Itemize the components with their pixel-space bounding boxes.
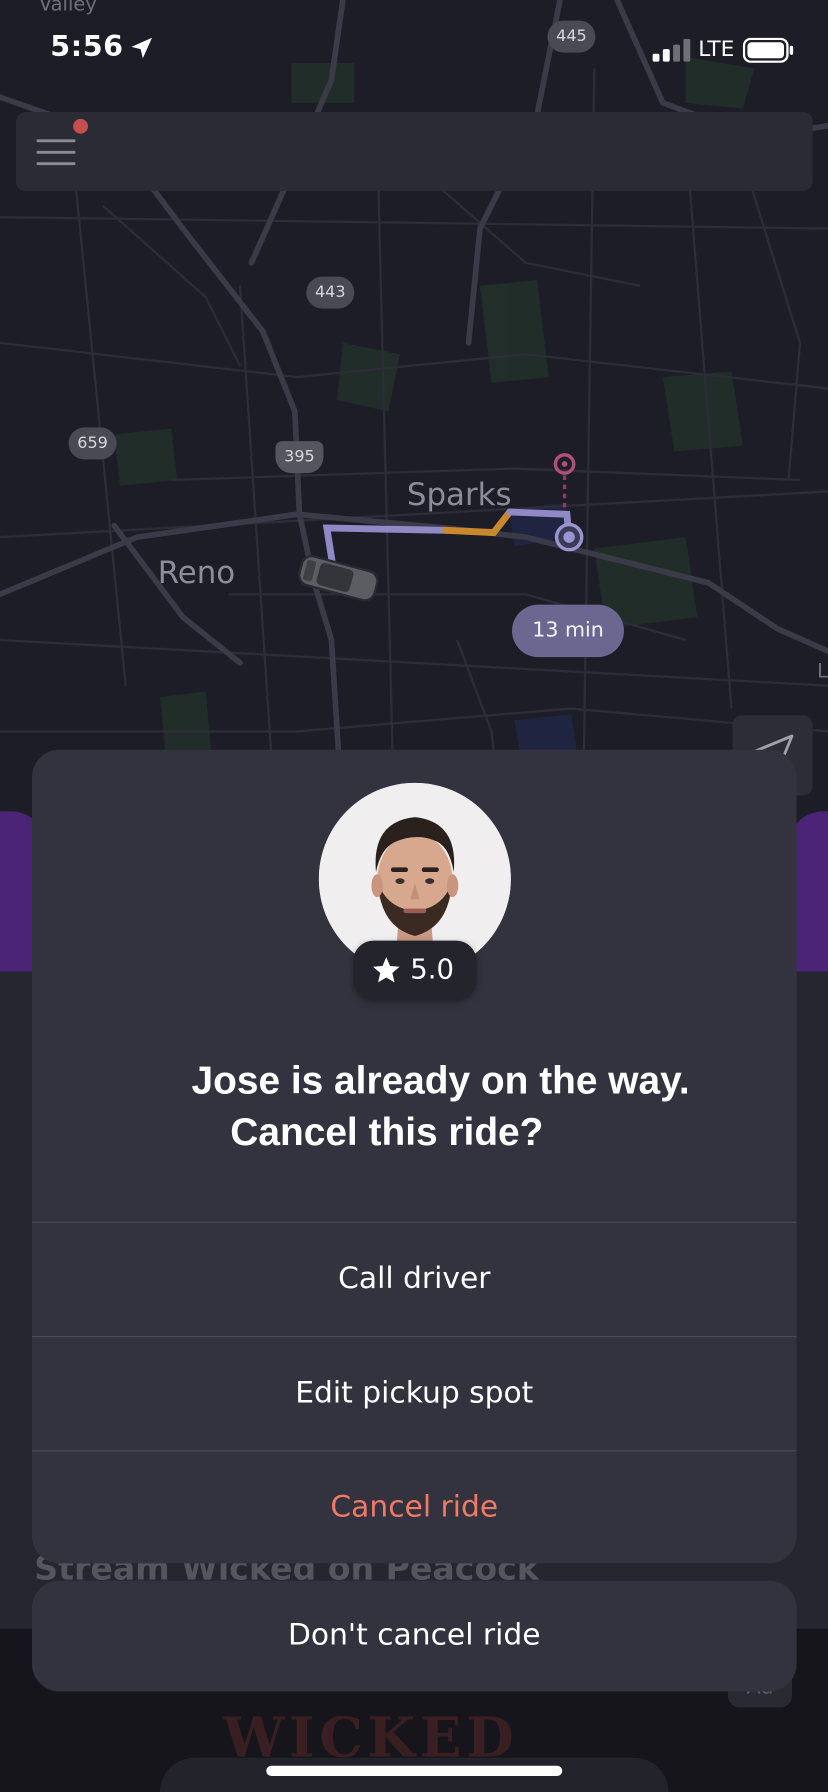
eta-pill: 13 min bbox=[511, 604, 624, 658]
edit-pickup-button[interactable]: Edit pickup spot bbox=[32, 1337, 797, 1449]
rating-value: 5.0 bbox=[410, 953, 454, 986]
home-indicator[interactable] bbox=[266, 1765, 563, 1776]
driver-rating-badge: 5.0 bbox=[353, 940, 477, 1000]
status-bar: 5:56 LTE bbox=[0, 0, 828, 96]
notification-dot bbox=[73, 118, 88, 134]
ride-cancel-screen: Valley Sparks Reno L 445 443 659 395 13 … bbox=[0, 0, 828, 1792]
star-icon bbox=[373, 957, 400, 983]
battery-icon bbox=[742, 37, 794, 63]
location-arrow-icon bbox=[131, 37, 152, 59]
cancel-ride-button[interactable]: Cancel ride bbox=[32, 1451, 797, 1563]
dialog-title-line2: Cancel this ride? bbox=[230, 1110, 544, 1155]
network-type: LTE bbox=[698, 36, 735, 62]
dialog-title: Jose is already on the way. Cancel this … bbox=[32, 1056, 797, 1159]
dialog-title-line1: Jose is already on the way. bbox=[191, 1059, 690, 1103]
dont-cancel-button[interactable]: Don't cancel ride bbox=[31, 1580, 797, 1692]
menu-button[interactable] bbox=[34, 135, 80, 172]
highway-shield-659: 659 bbox=[68, 427, 117, 460]
highway-shield-395: 395 bbox=[275, 441, 324, 474]
map-label-reno: Reno bbox=[157, 555, 236, 591]
map-label-sparks: Sparks bbox=[406, 477, 512, 514]
signal-bars-icon bbox=[652, 38, 691, 62]
top-bar bbox=[15, 111, 813, 191]
highway-shield-443: 443 bbox=[306, 276, 355, 309]
cancel-ride-dialog: 5.0 Jose is already on the way. Cancel t… bbox=[31, 749, 797, 1564]
map-label-edge: L bbox=[817, 660, 828, 684]
hamburger-menu-icon bbox=[36, 139, 76, 166]
call-driver-button[interactable]: Call driver bbox=[32, 1223, 797, 1335]
status-time: 5:56 bbox=[50, 29, 124, 63]
destination-pin-icon bbox=[554, 522, 584, 552]
